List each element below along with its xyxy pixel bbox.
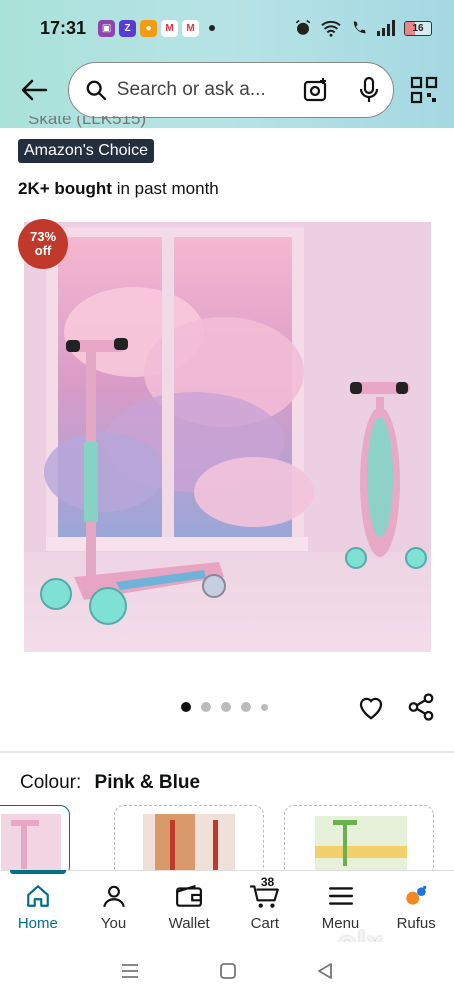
nav-home[interactable]: Home — [0, 870, 76, 942]
rufus-icon — [406, 885, 427, 905]
pagination-dot[interactable] — [241, 702, 251, 712]
amazons-choice-badge: Amazon's Choice — [18, 139, 154, 163]
alarm-icon — [295, 19, 311, 35]
microphone-icon — [360, 77, 379, 102]
system-icons: 16 — [294, 19, 432, 37]
system-navigation-bar — [0, 942, 454, 999]
nav-label: Home — [17, 915, 58, 932]
product-title-partial: Skate (LLK515) — [28, 116, 147, 128]
share-icon — [408, 693, 434, 721]
battery-indicator: 16 — [404, 20, 432, 36]
product-image — [24, 222, 431, 652]
wifi-icon — [321, 20, 341, 37]
colour-swatch-3[interactable] — [284, 805, 434, 877]
swiggy-icon: ● — [140, 19, 158, 37]
search-box[interactable]: Search or ask a... — [67, 62, 395, 118]
home-icon — [26, 885, 49, 907]
nav-rufus[interactable]: Rufus — [378, 871, 454, 942]
menu-icon — [328, 887, 353, 905]
swatch-image-2 — [143, 814, 235, 876]
share-button[interactable] — [406, 692, 436, 727]
back-arrow-icon — [21, 79, 48, 101]
bottom-navigation: Home You Wallet 38 Cart Menu Rufus — [0, 870, 454, 942]
camera-icon — [304, 78, 327, 102]
signal-icon — [377, 20, 395, 36]
qr-code-icon — [410, 76, 438, 104]
nav-wallet[interactable]: Wallet — [151, 871, 227, 942]
nav-you[interactable]: You — [76, 871, 152, 942]
home-system-icon[interactable] — [219, 962, 237, 980]
app-notification-icon: ▣ — [98, 19, 116, 37]
search-row: Search or ask a... — [0, 60, 454, 120]
colour-swatch-pink-blue[interactable] — [0, 805, 70, 877]
nav-label: Cart — [250, 915, 280, 932]
nav-label: Rufus — [396, 915, 436, 932]
image-pagination-dots[interactable] — [181, 702, 268, 712]
section-divider — [0, 751, 454, 753]
back-button[interactable] — [14, 70, 54, 110]
pagination-dot[interactable] — [181, 702, 191, 712]
recent-apps-icon[interactable] — [120, 963, 140, 979]
cart-count-badge: 38 — [260, 875, 275, 889]
wallet-icon — [176, 884, 203, 907]
heart-icon — [359, 697, 383, 720]
pagination-dot[interactable] — [221, 702, 231, 712]
nav-cart[interactable]: 38 Cart — [227, 871, 303, 942]
colour-selector-label: Colour: Pink & Blue — [20, 772, 201, 793]
more-notifications-dot — [209, 25, 216, 31]
notification-icons: ▣ Z ● M M — [98, 19, 216, 37]
wishlist-button[interactable] — [356, 692, 386, 727]
myntra-icon-2: M — [182, 19, 200, 37]
search-icon — [86, 80, 107, 101]
qr-scanner-button[interactable] — [408, 74, 440, 106]
swatch-image — [1, 814, 61, 874]
product-image-carousel[interactable] — [24, 222, 431, 652]
colour-swatch-2[interactable] — [114, 805, 264, 877]
myntra-icon: M — [161, 19, 179, 37]
voice-search-button[interactable] — [359, 77, 379, 103]
user-icon — [102, 885, 125, 908]
status-time: 17:31 — [40, 17, 87, 38]
nav-label: Wallet — [168, 915, 210, 932]
pagination-dot[interactable] — [261, 703, 268, 711]
zepto-icon: Z — [119, 19, 137, 37]
swatch-image-3 — [315, 816, 407, 876]
status-bar: 17:31 ▣ Z ● M M 16 — [0, 0, 454, 56]
nav-label: You — [100, 915, 127, 932]
discount-badge: 73% off — [18, 219, 68, 269]
pagination-dot[interactable] — [201, 702, 211, 712]
bought-count: 2K+ bought in past month — [18, 179, 219, 198]
camera-search-button[interactable] — [303, 77, 329, 103]
wifi-call-icon — [353, 21, 366, 34]
search-input[interactable]: Search or ask a... — [117, 79, 291, 101]
back-system-icon[interactable] — [316, 962, 334, 980]
